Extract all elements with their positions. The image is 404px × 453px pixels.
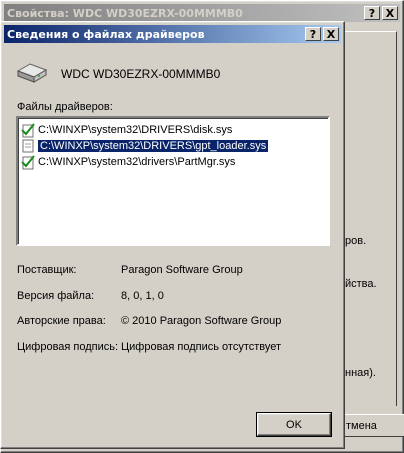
dialog-help-button[interactable]: ? (305, 27, 321, 41)
device-name: WDC WD30EZRX-00MMMB0 (61, 67, 221, 81)
driver-file-path: C:\WINXP\system32\DRIVERS\disk.sys (38, 124, 233, 136)
digital-signature-label: Цифровая подпись: (17, 341, 119, 353)
file-version-value: 8, 0, 1, 0 (121, 290, 164, 302)
provider-value: Paragon Software Group (121, 264, 243, 276)
background-clipped-text-3: нная). (345, 367, 376, 379)
signed-file-icon (21, 155, 35, 170)
driver-files-list[interactable]: C:\WINXP\system32\DRIVERS\disk.sys C:\WI… (16, 116, 330, 246)
driver-file-path: C:\WINXP\system32\drivers\PartMgr.sys (38, 156, 236, 168)
copyright-value: © 2010 Paragon Software Group (121, 315, 282, 327)
hard-drive-icon (16, 63, 48, 83)
dialog-close-button[interactable]: X (323, 27, 339, 41)
driver-file-row[interactable]: C:\WINXP\system32\drivers\PartMgr.sys (20, 154, 326, 170)
unsigned-file-icon (22, 139, 34, 153)
signed-file-icon (21, 123, 35, 138)
ok-button[interactable]: OK (256, 412, 332, 437)
driver-file-row[interactable]: C:\WINXP\system32\DRIVERS\disk.sys (20, 122, 326, 138)
background-window-title: Свойства: WDC WD30EZRX-00MMMB0 (7, 6, 243, 20)
background-clipped-text-1: ров. (345, 235, 367, 247)
driver-files-label: Файлы драйверов: (17, 101, 113, 113)
background-close-button[interactable]: X (382, 6, 398, 20)
provider-label: Поставщик: (17, 264, 77, 276)
file-version-label: Версия файла: (17, 290, 95, 302)
driver-file-row-selected[interactable]: C:\WINXP\system32\DRIVERS\gpt_loader.sys (20, 138, 326, 154)
dialog-titlebar: Сведения о файлах драйверов ? X (4, 25, 341, 43)
background-cancel-button[interactable]: тмена (335, 414, 404, 437)
dialog-title: Сведения о файлах драйверов (7, 27, 205, 41)
background-help-button[interactable]: ? (364, 6, 380, 20)
driver-file-path: C:\WINXP\system32\DRIVERS\gpt_loader.sys (38, 140, 269, 152)
digital-signature-value: Цифровая подпись отсутствует (121, 341, 282, 353)
background-clipped-text-2: йства. (345, 278, 377, 290)
background-titlebar: Свойства: WDC WD30EZRX-00MMMB0 ? X (4, 4, 400, 22)
copyright-label: Авторские права: (17, 315, 106, 327)
